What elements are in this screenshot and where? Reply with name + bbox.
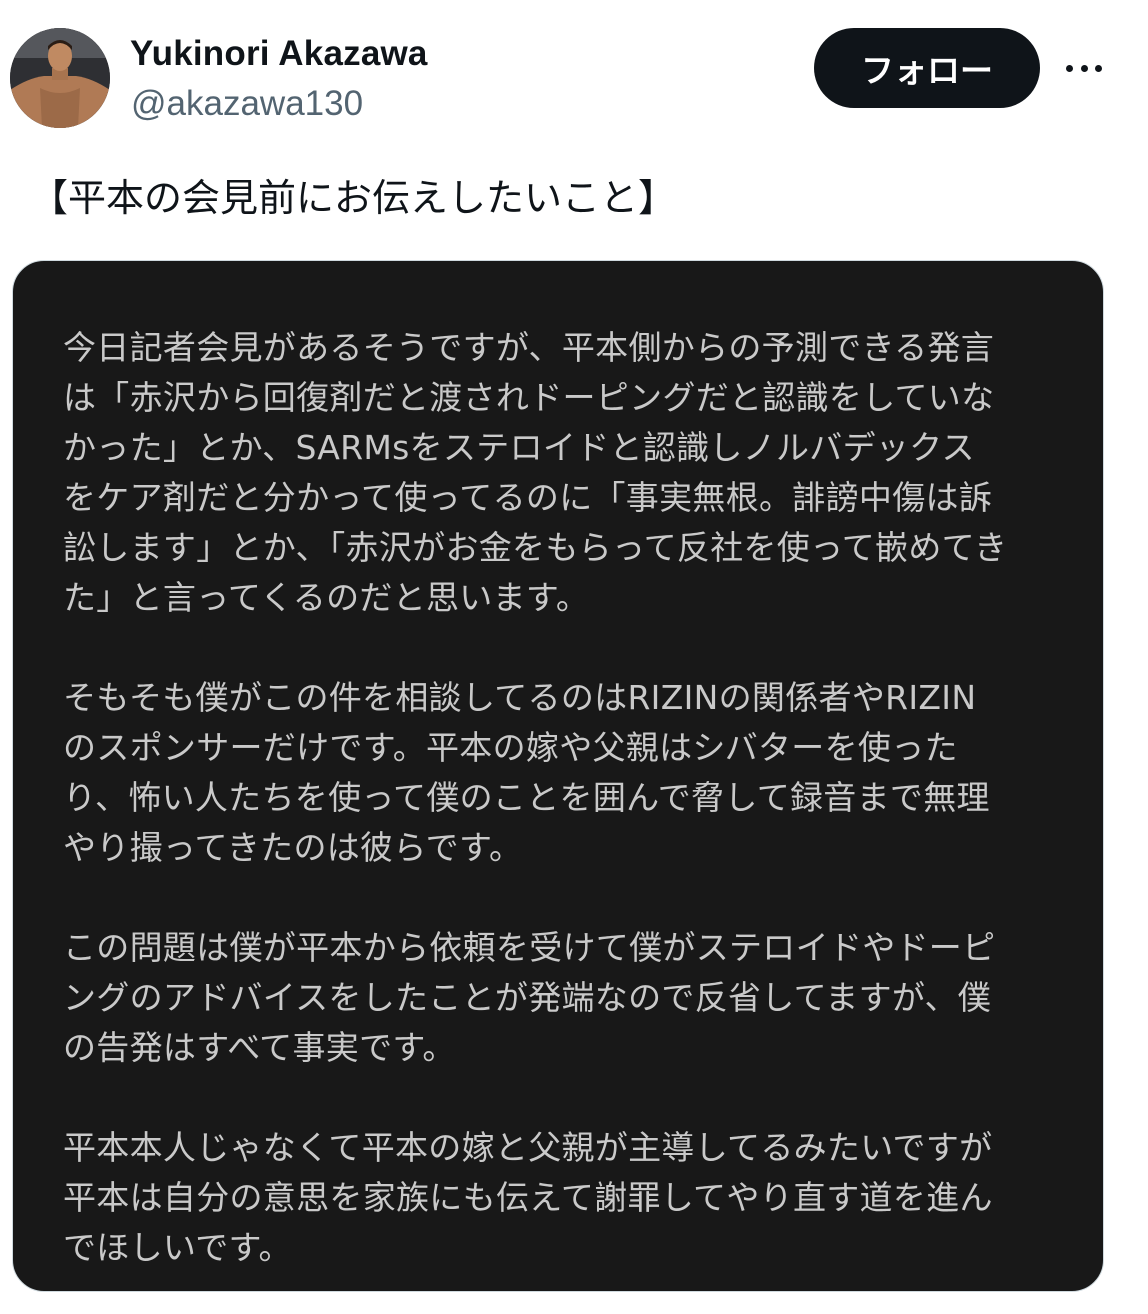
image-paragraph: そもそも僕がこの件を相談してるのはRIZINの関係者やRIZIN のスポンサーだ… <box>63 673 1063 873</box>
author-name[interactable]: Yukinori Akazawa <box>130 34 428 74</box>
follow-button[interactable]: フォロー <box>814 28 1040 108</box>
more-horizontal-icon[interactable] <box>1058 48 1110 88</box>
image-text-body: 今日記者会見があるそうですが、平本側からの予測できる発言 は「赤沢から回復剤だと… <box>63 323 1063 1291</box>
image-text-line: り、怖い人たちを使って僕のことを囲んで脅して録音まで無理 <box>63 778 990 817</box>
image-text-line: でほしいです。 <box>63 1228 292 1267</box>
image-text-line: 平本は自分の意思を家族にも伝えて謝罪してやり直す道を進ん <box>63 1178 993 1217</box>
more-dot <box>1095 64 1102 72</box>
image-text-line: やり撮ってきたのは彼らです。 <box>63 828 523 867</box>
image-text-line: かった」とか、SARMsをステロイドと認識しノルバデックス <box>63 428 975 467</box>
tweet: Yukinori Akazawa @akazawa130 フォロー 【平本の会見… <box>0 0 1148 1314</box>
avatar-photo <box>10 28 110 128</box>
avatar[interactable] <box>10 28 110 128</box>
image-text-line: のスポンサーだけです。平本の嫁や父親はシバターを使った <box>63 728 958 767</box>
image-text-line: は「赤沢から回復剤だと渡されドーピングだと認識をしていな <box>63 378 995 417</box>
image-text-line: 今日記者会見があるそうですが、平本側からの予測できる発言 <box>63 328 995 367</box>
author-handle[interactable]: @akazawa130 <box>131 84 363 124</box>
image-text-line: そもそも僕がこの件を相談してるのはRIZINの関係者やRIZIN <box>63 678 977 717</box>
image-paragraph: 今日記者会見があるそうですが、平本側からの予測できる発言 は「赤沢から回復剤だと… <box>63 323 1063 623</box>
image-text-line: この問題は僕が平本から依頼を受けて僕がステロイドやドーピ <box>63 928 996 967</box>
more-dot <box>1080 64 1088 72</box>
tweet-image[interactable]: 今日記者会見があるそうですが、平本側からの予測できる発言 は「赤沢から回復剤だと… <box>12 260 1104 1292</box>
image-text-line: をケア剤だと分かって使ってるのに「事実無根。誹謗中傷は訴 <box>63 478 993 517</box>
more-dot <box>1066 64 1073 72</box>
image-text-line: た」と言ってくるのだと思います。 <box>63 578 590 617</box>
image-text-line: の告発はすべて事実です。 <box>63 1028 456 1067</box>
image-text-line: 訟します」とか、「赤沢がお金をもらって反社を使って嵌めてき <box>63 528 1008 567</box>
image-paragraph: 平本本人じゃなくて平本の嫁と父親が主導してるみたいですが 平本は自分の意思を家族… <box>63 1123 1063 1273</box>
image-text-line: 平本本人じゃなくて平本の嫁と父親が主導してるみたいですが <box>63 1128 993 1167</box>
image-paragraph: この問題は僕が平本から依頼を受けて僕がステロイドやドーピ ングのアドバイスをした… <box>63 923 1063 1073</box>
tweet-text: 【平本の会見前にお伝えしたいこと】 <box>30 176 677 220</box>
image-text-line: ングのアドバイスをしたことが発端なので反省してますが、僕 <box>63 978 992 1017</box>
